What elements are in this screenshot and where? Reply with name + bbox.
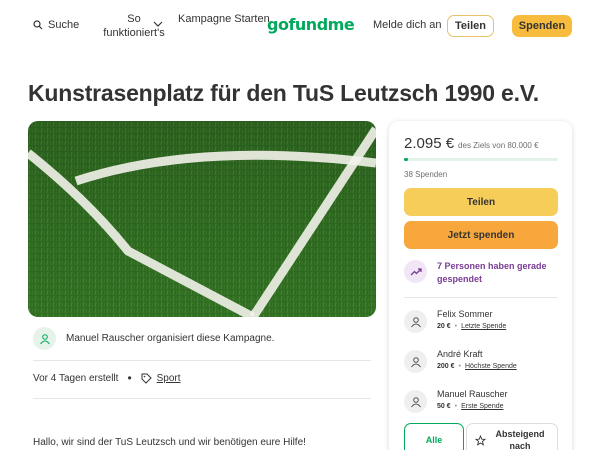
- created-date: Vor 4 Tagen erstellt: [33, 372, 119, 384]
- campaign-description: Hallo, wir sind der TuS Leutzsch und wir…: [33, 437, 306, 448]
- organizer-text: Manuel Rauscher organisiert diese Kampag…: [66, 333, 275, 344]
- turf-field-image: [28, 121, 376, 317]
- user-icon: [410, 316, 421, 327]
- donor-name: André Kraft: [437, 349, 483, 359]
- donate-now-button[interactable]: Jetzt spenden: [404, 221, 558, 249]
- goal-text: des Ziels von 80.000 €: [458, 141, 539, 150]
- organizer-row: Manuel Rauscher organisiert diese Kampag…: [33, 327, 274, 350]
- donation-count: 38 Spenden: [404, 170, 448, 179]
- donate-button-header[interactable]: Spenden: [512, 15, 572, 37]
- trending-notice: 7 Personen haben gerade gespendet: [404, 260, 565, 286]
- progress-bar: [404, 158, 558, 161]
- start-campaign-link[interactable]: Kampagne Starten: [178, 12, 270, 26]
- category-tag[interactable]: Sport: [141, 373, 181, 384]
- donor-amount: 20 €: [437, 323, 451, 330]
- campaign-hero-image[interactable]: [28, 121, 376, 317]
- search-link[interactable]: Suche: [33, 19, 79, 31]
- donor-tag-link[interactable]: Letzte Spende: [461, 323, 506, 330]
- donor-name: Felix Sommer: [437, 309, 493, 319]
- chevron-down-icon[interactable]: [153, 20, 163, 28]
- divider: [33, 360, 371, 361]
- raised-summary: 2.095 € des Ziels von 80.000 €: [404, 135, 539, 152]
- donor-item: Manuel Rauscher 50 € • Erste Spende: [404, 388, 508, 413]
- trending-text: 7 Personen haben gerade gespendet: [437, 261, 547, 284]
- campaign-title: Kunstrasenplatz für den TuS Leutzsch 199…: [28, 80, 539, 106]
- top-nav: Suche So funktioniert's Kampagne Starten…: [0, 0, 600, 56]
- top-donations-label: Absteigend nach: [495, 429, 545, 450]
- divider: [404, 297, 558, 298]
- category-link[interactable]: Sport: [157, 373, 181, 384]
- progress-fill: [404, 158, 408, 161]
- login-link[interactable]: Melde dich an: [373, 19, 442, 31]
- donor-tag-link[interactable]: Höchste Spende: [465, 363, 517, 370]
- divider: [33, 398, 371, 399]
- share-button[interactable]: Teilen: [404, 188, 558, 216]
- campaign-meta: Vor 4 Tagen erstellt • Sport: [33, 371, 181, 385]
- donor-item: Felix Sommer 20 € • Letzte Spende: [404, 308, 506, 333]
- share-button-header[interactable]: Teilen: [447, 15, 494, 37]
- donor-avatar: [404, 350, 427, 373]
- user-icon: [410, 396, 421, 407]
- organizer-avatar: [33, 327, 56, 350]
- bullet-separator: •: [127, 371, 132, 385]
- donor-item: André Kraft 200 € • Höchste Spende: [404, 348, 517, 373]
- donation-card: 2.095 € des Ziels von 80.000 € 38 Spende…: [389, 121, 572, 450]
- donor-tag-link[interactable]: Erste Spende: [461, 403, 503, 410]
- trending-icon: [404, 260, 427, 283]
- all-donations-tab[interactable]: Alle: [404, 423, 464, 450]
- donor-name: Manuel Rauscher: [437, 389, 508, 399]
- user-icon: [410, 356, 421, 367]
- donor-avatar: [404, 310, 427, 333]
- raised-amount: 2.095 €: [404, 135, 455, 152]
- top-donations-tab[interactable]: Absteigend nach: [466, 423, 558, 450]
- tag-icon: [141, 373, 152, 384]
- gofundme-logo[interactable]: gofundme: [267, 15, 355, 34]
- search-label: Suche: [48, 19, 80, 31]
- donor-avatar: [404, 390, 427, 413]
- donor-amount: 50 €: [437, 403, 451, 410]
- logo-text: gofundme: [267, 15, 355, 34]
- star-icon: [475, 434, 486, 446]
- search-icon: [33, 20, 43, 30]
- donor-amount: 200 €: [437, 363, 455, 370]
- user-icon: [39, 333, 50, 344]
